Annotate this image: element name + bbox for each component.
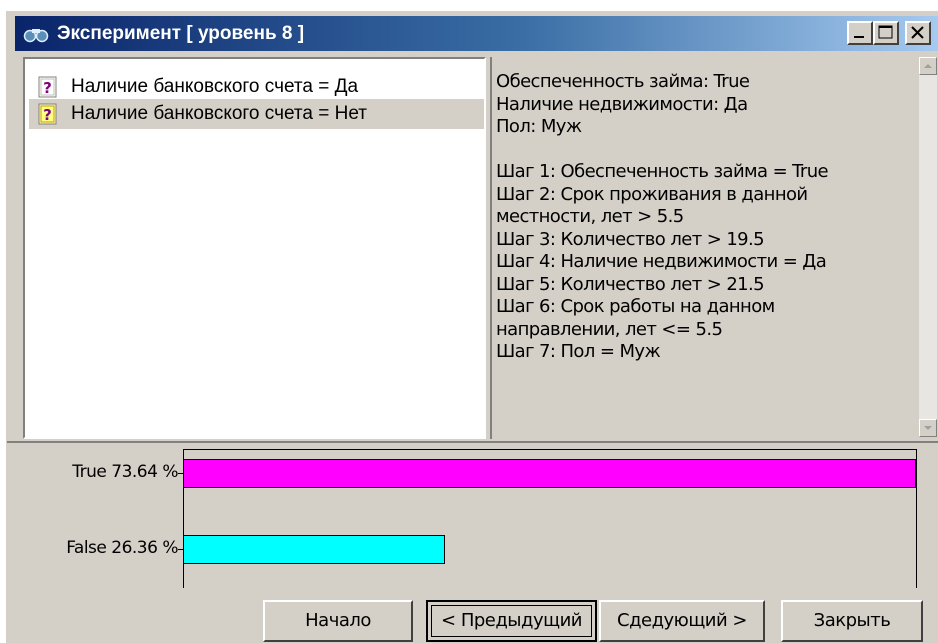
bar-false (183, 535, 445, 564)
y-tick-label: False 26.36 % (66, 538, 178, 558)
scroll-down-button[interactable] (919, 419, 937, 437)
title-bar[interactable]: Эксперимент [ уровень 8 ] (15, 16, 938, 51)
start-button[interactable]: Начало (263, 600, 413, 642)
arrow-up-icon (924, 64, 932, 68)
y-tick (178, 549, 183, 550)
maximize-icon (878, 25, 893, 39)
binoculars-icon (23, 29, 49, 43)
vertical-scrollbar[interactable] (919, 57, 937, 437)
window-title: Эксперимент [ уровень 8 ] (57, 23, 305, 44)
y-tick (178, 473, 183, 474)
list-item-selected[interactable]: ? Наличие банковского счета = Нет (29, 99, 484, 129)
close-window-button[interactable] (905, 21, 931, 45)
minimize-icon (854, 36, 864, 38)
details-panel: Обеспеченность займа: True Наличие недви… (490, 57, 937, 439)
bar-true (183, 459, 916, 488)
question-mark-icon: ? (38, 103, 57, 125)
y-tick-label: True 73.64 % (72, 462, 178, 482)
svg-text:?: ? (43, 106, 52, 124)
list-item[interactable]: ? Наличие банковского счета = Да (29, 72, 484, 102)
next-button[interactable]: Сдедующий > (599, 600, 765, 642)
rule-list[interactable]: ? Наличие банковского счета = Да ? Налич… (23, 57, 486, 439)
close-button[interactable]: Закрыть (781, 600, 923, 642)
probability-chart: True 73.64 % False 26.36 % (7, 441, 938, 589)
experiment-window: Эксперимент [ уровень 8 ] ? Наличие банк… (6, 11, 938, 643)
scroll-up-button[interactable] (919, 57, 937, 75)
close-icon (911, 26, 924, 39)
previous-button[interactable]: < Предыдущий (426, 600, 597, 642)
maximize-button[interactable] (873, 21, 899, 45)
arrow-down-icon (924, 426, 932, 430)
list-item-label: Наличие банковского счета = Да (71, 76, 359, 97)
list-item-label: Наличие банковского счета = Нет (71, 103, 367, 124)
question-mark-icon: ? (38, 76, 57, 98)
svg-text:?: ? (43, 79, 52, 97)
details-text: Обеспеченность займа: True Наличие недви… (496, 71, 829, 362)
minimize-button[interactable] (847, 21, 873, 45)
